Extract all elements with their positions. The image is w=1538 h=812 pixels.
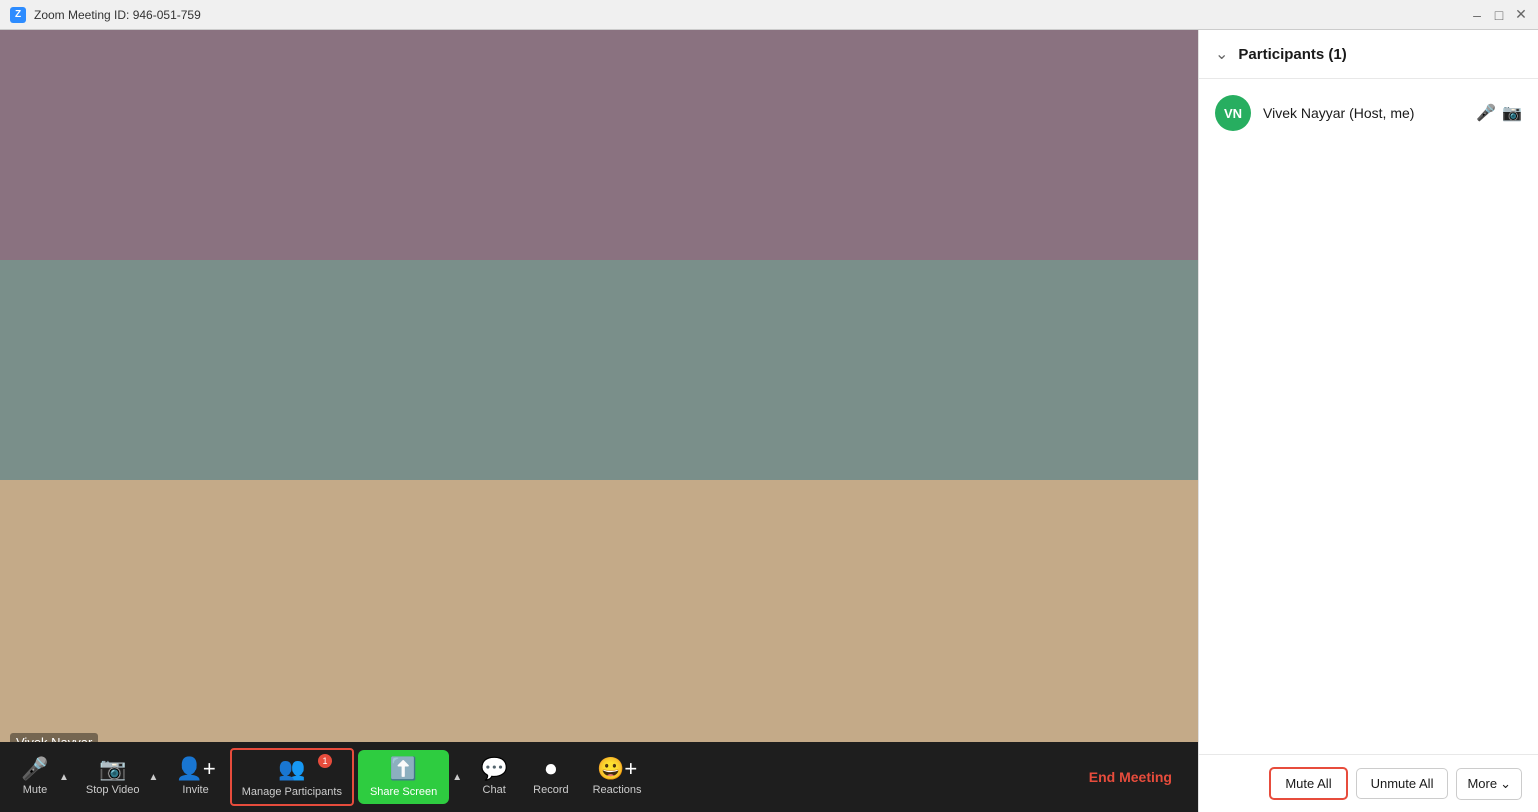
window-controls: – □ ✕ xyxy=(1470,8,1528,22)
close-button[interactable]: ✕ xyxy=(1514,8,1528,22)
invite-button[interactable]: 👤+ Invite xyxy=(165,752,225,802)
record-button[interactable]: ⏺ Record xyxy=(523,752,578,802)
participants-sidebar: ⌄ Participants (1) VN Vivek Nayyar (Host… xyxy=(1198,30,1538,812)
chat-button[interactable]: 💬 Chat xyxy=(469,752,519,802)
minimize-button[interactable]: – xyxy=(1470,8,1484,22)
reactions-icon: 😀+ xyxy=(597,758,637,780)
mute-all-button[interactable]: Mute All xyxy=(1269,767,1347,800)
stop-video-button[interactable]: 📷 Stop Video xyxy=(76,752,150,802)
maximize-button[interactable]: □ xyxy=(1492,8,1506,22)
end-meeting-button[interactable]: End Meeting xyxy=(1073,761,1188,793)
mic-icon: 🎤 xyxy=(1476,103,1496,123)
main-layout: Vivek Nayyar 🎤 Mute ▲ 📷 Stop Video ▲ xyxy=(0,30,1538,812)
reactions-button[interactable]: 😀+ Reactions xyxy=(583,752,652,802)
zoom-icon: Z xyxy=(10,7,26,23)
manage-participants-icon: 👥 xyxy=(278,756,305,782)
share-screen-chevron[interactable]: ▲ xyxy=(449,757,465,797)
avatar: VN xyxy=(1215,95,1251,131)
manage-participants-button[interactable]: 1 👥 Manage Participants xyxy=(230,748,354,806)
more-chevron-icon: ⌄ xyxy=(1500,776,1511,792)
participant-item: VN Vivek Nayyar (Host, me) 🎤 📷 xyxy=(1199,87,1538,139)
participant-list: VN Vivek Nayyar (Host, me) 🎤 📷 xyxy=(1199,79,1538,754)
mute-chevron[interactable]: ▲ xyxy=(56,757,72,797)
sidebar-collapse-button[interactable]: ⌄ xyxy=(1215,44,1228,64)
share-screen-icon: ⬆️ xyxy=(390,756,417,782)
video-area: Vivek Nayyar 🎤 Mute ▲ 📷 Stop Video ▲ xyxy=(0,30,1198,812)
participant-icons: 🎤 📷 xyxy=(1476,103,1522,123)
record-icon: ⏺ xyxy=(545,758,556,780)
video-segment-mid xyxy=(0,260,1198,480)
mute-group: 🎤 Mute ▲ xyxy=(10,752,72,802)
more-button[interactable]: More ⌄ xyxy=(1456,768,1522,800)
share-screen-button[interactable]: ⬆️ Share Screen xyxy=(358,750,449,804)
title-bar: Z Zoom Meeting ID: 946-051-759 – □ ✕ xyxy=(0,0,1538,30)
video-status-icon: 📷 xyxy=(1502,103,1522,123)
invite-icon: 👤+ xyxy=(175,758,215,780)
toolbar: 🎤 Mute ▲ 📷 Stop Video ▲ 👤+ Invite xyxy=(0,742,1198,812)
mute-button[interactable]: 🎤 Mute xyxy=(10,752,60,802)
chat-icon: 💬 xyxy=(480,758,507,780)
stop-video-chevron[interactable]: ▲ xyxy=(146,757,162,797)
video-content xyxy=(0,30,1198,742)
microphone-icon: 🎤 xyxy=(21,758,48,780)
video-segment-bot xyxy=(0,480,1198,742)
title-bar-text: Zoom Meeting ID: 946-051-759 xyxy=(34,8,201,22)
video-icon: 📷 xyxy=(99,758,126,780)
video-segment-top xyxy=(0,30,1198,260)
participant-name: Vivek Nayyar (Host, me) xyxy=(1263,105,1464,121)
unmute-all-button[interactable]: Unmute All xyxy=(1356,768,1449,799)
sidebar-footer: Mute All Unmute All More ⌄ xyxy=(1199,754,1538,812)
share-screen-group: ⬆️ Share Screen ▲ xyxy=(358,750,465,804)
sidebar-title: Participants (1) xyxy=(1238,46,1346,63)
participants-badge: 1 xyxy=(318,754,332,768)
stop-video-group: 📷 Stop Video ▲ xyxy=(76,752,162,802)
sidebar-header: ⌄ Participants (1) xyxy=(1199,30,1538,79)
